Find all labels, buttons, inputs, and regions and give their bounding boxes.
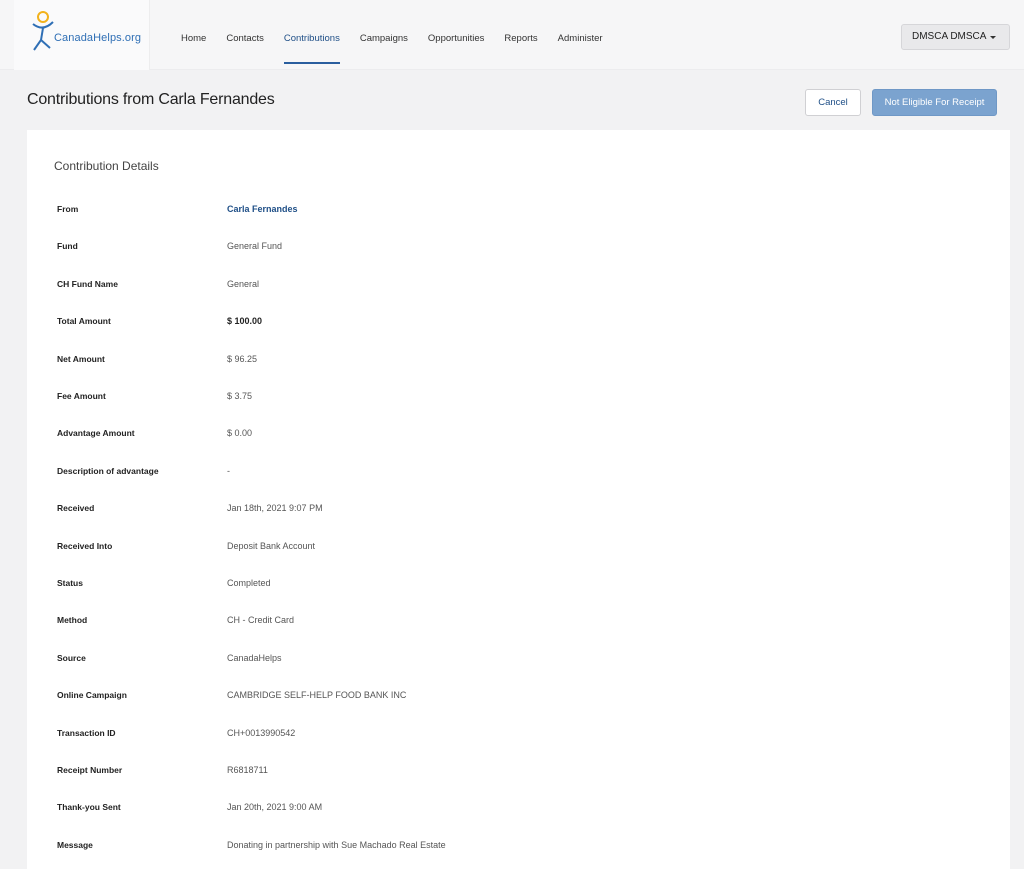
detail-row: From Carla Fernandes bbox=[57, 199, 977, 219]
detail-label: CH Fund Name bbox=[57, 278, 118, 289]
detail-label: Received bbox=[57, 503, 95, 514]
detail-label: Fee Amount bbox=[57, 391, 106, 401]
nav-item-home[interactable]: Home bbox=[181, 0, 206, 64]
detail-row: Receipt Number R6818711 bbox=[57, 760, 977, 780]
detail-label: Transaction ID bbox=[57, 727, 116, 738]
detail-value: R6818711 bbox=[227, 765, 268, 775]
card-title: Contribution Details bbox=[54, 159, 159, 173]
nav-item-contributions[interactable]: Contributions bbox=[283, 0, 340, 64]
detail-row: CH Fund Name General bbox=[57, 274, 977, 294]
detail-value: CH+0013990542 bbox=[227, 727, 296, 738]
top-navbar: CanadaHelps.org Home Contacts Contributi… bbox=[0, 0, 1024, 70]
detail-row: Description of advantage - bbox=[57, 461, 977, 481]
detail-label: Advantage Amount bbox=[57, 428, 135, 439]
detail-row: Received Into Deposit Bank Account bbox=[57, 536, 977, 556]
detail-row: Net Amount $ 96.25 bbox=[57, 349, 977, 369]
detail-label: Online Campaign bbox=[57, 690, 127, 701]
detail-value: $ 3.75 bbox=[227, 391, 253, 401]
detail-row: Thank-you Sent Jan 20th, 2021 9:00 AM bbox=[57, 797, 977, 817]
detail-value: General Fund bbox=[227, 241, 283, 252]
nav-item-contacts[interactable]: Contacts bbox=[226, 0, 264, 64]
detail-label: From bbox=[57, 204, 79, 214]
detail-label: Status bbox=[57, 578, 83, 588]
contact-link[interactable]: Carla Fernandes bbox=[227, 199, 298, 219]
detail-row: Message Donating in partnership with Sue … bbox=[57, 835, 977, 855]
detail-value: $ 96.25 bbox=[227, 353, 258, 364]
detail-value: $ 0.00 bbox=[227, 428, 253, 439]
detail-row: Status Completed bbox=[57, 573, 977, 593]
logo-text: CanadaHelps.org bbox=[54, 32, 142, 44]
detail-label: Description of advantage bbox=[57, 465, 159, 476]
canadahelps-logo-icon bbox=[32, 11, 54, 51]
detail-value: - bbox=[227, 465, 230, 476]
nav-item-campaigns[interactable]: Campaigns bbox=[360, 0, 408, 64]
nav-item-reports[interactable]: Reports bbox=[504, 0, 537, 64]
main-nav: Home Contacts Contributions Campaigns Op… bbox=[181, 0, 623, 70]
detail-value: General bbox=[227, 278, 260, 289]
user-menu-label: DMSCA DMSCA bbox=[912, 31, 987, 42]
detail-row: Fund General Fund bbox=[57, 236, 977, 256]
detail-row: Method CH - Credit Card bbox=[57, 610, 977, 630]
not-eligible-for-receipt-button[interactable]: Not Eligible For Receipt bbox=[872, 89, 997, 116]
detail-value: Jan 20th, 2021 9:00 AM bbox=[227, 802, 323, 813]
detail-value: $ 100.00 bbox=[227, 316, 263, 327]
detail-row: Transaction ID CH+0013990542 bbox=[57, 723, 977, 743]
user-menu-button[interactable]: DMSCA DMSCA bbox=[901, 24, 1010, 50]
detail-row: Fee Amount $ 3.75 bbox=[57, 386, 977, 406]
detail-label: Method bbox=[57, 615, 88, 626]
nav-item-administer[interactable]: Administer bbox=[558, 0, 603, 64]
page-title: Contributions from Carla Fernandes bbox=[27, 91, 275, 108]
detail-row: Total Amount $ 100.00 bbox=[57, 311, 977, 331]
detail-value: CanadaHelps bbox=[227, 652, 282, 663]
detail-label: Message bbox=[57, 839, 93, 850]
detail-value: CAMBRIDGE SELF-HELP FOOD BANK INC bbox=[227, 690, 407, 701]
nav-item-opportunities[interactable]: Opportunities bbox=[428, 0, 485, 64]
chevron-down-icon bbox=[990, 36, 996, 39]
contribution-details-card: Contribution Details From Carla Fernandes… bbox=[27, 130, 1010, 869]
logo[interactable]: CanadaHelps.org bbox=[14, 0, 150, 70]
detail-row: Source CanadaHelps bbox=[57, 648, 977, 668]
detail-label: Fund bbox=[57, 241, 78, 252]
detail-value: Completed bbox=[227, 578, 271, 588]
detail-value: Jan 18th, 2021 9:07 PM bbox=[227, 503, 323, 514]
detail-label: Net Amount bbox=[57, 353, 105, 364]
detail-label: Receipt Number bbox=[57, 765, 123, 775]
detail-label: Total Amount bbox=[57, 316, 111, 327]
detail-label: Thank-you Sent bbox=[57, 802, 121, 813]
detail-row: Advantage Amount $ 0.00 bbox=[57, 423, 977, 443]
detail-row: Online Campaign CAMBRIDGE SELF-HELP FOOD … bbox=[57, 685, 977, 705]
detail-value: Deposit Bank Account bbox=[227, 540, 316, 551]
cancel-button[interactable]: Cancel bbox=[805, 89, 861, 116]
detail-value: CH - Credit Card bbox=[227, 615, 295, 626]
detail-value: Donating in partnership with Sue Machado… bbox=[227, 839, 446, 850]
detail-row: Received Jan 18th, 2021 9:07 PM bbox=[57, 498, 977, 518]
detail-label: Source bbox=[57, 652, 86, 663]
detail-label: Received Into bbox=[57, 540, 113, 551]
